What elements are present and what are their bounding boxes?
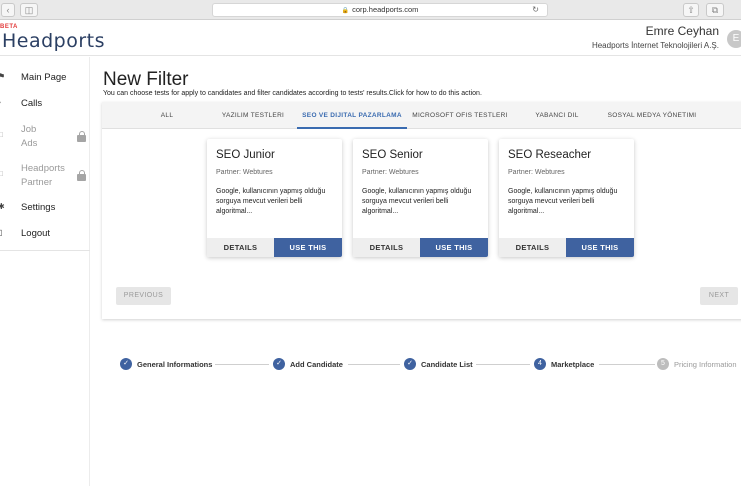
details-button[interactable]: DETAILS [353, 238, 420, 257]
step-connector [348, 364, 400, 365]
next-button[interactable]: NEXT [700, 287, 738, 305]
step-number: 4 [534, 358, 546, 370]
step-connector [599, 364, 655, 365]
home-icon: ⚑ [0, 72, 6, 81]
check-icon [273, 358, 285, 370]
check-icon [120, 358, 132, 370]
sidebar-item-label: Job Ads [21, 124, 38, 149]
test-panel: ALL YAZILIM TESTLERI SEO VE DIJITAL PAZA… [102, 102, 741, 319]
step-connector [476, 364, 530, 365]
tab-yabanci-dil[interactable]: YABANCI DIL [524, 102, 590, 129]
test-card: SEO Senior Partner: Webtures Google, kul… [353, 139, 488, 257]
tab-all[interactable]: ALL [142, 102, 192, 129]
logout-icon: ▯ [0, 228, 3, 237]
check-icon [404, 358, 416, 370]
tab-sosyal-medya-yonetimi[interactable]: SOSYAL MEDYA YÖNETIMI [597, 102, 707, 129]
address-bar[interactable]: 🔒 corp.headports.com ↻ [212, 3, 548, 17]
step-label: Pricing Information [674, 360, 737, 369]
card-partner: Partner: Webtures [216, 169, 273, 176]
card-partner: Partner: Webtures [508, 169, 565, 176]
sidebar-item-job-ads[interactable]: □ Job Ads [0, 123, 90, 151]
sidebar-item-label: Main Page [21, 72, 67, 83]
test-card: SEO Reseacher Partner: Webtures Google, … [499, 139, 634, 257]
card-title: SEO Reseacher [508, 149, 592, 161]
sidebar-item-label: Settings [21, 202, 56, 213]
card-partner: Partner: Webtures [362, 169, 419, 176]
step-label: Add Candidate [290, 360, 343, 369]
sidebar-item-label: Logout [21, 228, 51, 239]
lock-icon [77, 131, 86, 142]
sidebar-item-label: Calls [21, 98, 43, 109]
progress-stepper: General Informations Add Candidate Candi… [91, 352, 741, 376]
user-name[interactable]: Emre Ceyhan [646, 24, 719, 38]
app-header: BETA Headports Emre Ceyhan Headports İnt… [0, 20, 741, 56]
browser-toolbar: ‹ ◫ 🔒 corp.headports.com ↻ ⇧ ⧉ [0, 0, 741, 20]
padlock-icon: 🔒 [341, 8, 350, 14]
card-description: Google, kullanıcının yapmış olduğu sorgu… [508, 188, 618, 215]
tab-yazilim-testleri[interactable]: YAZILIM TESTLERI [214, 102, 292, 129]
sidebar-toggle-icon[interactable]: ◫ [20, 3, 38, 17]
step-label: Marketplace [551, 360, 595, 369]
card-description: Google, kullanıcının yapmış olduğu sorgu… [216, 188, 326, 215]
step-number: 5 [657, 358, 669, 370]
settings-icon: ✱ [0, 202, 5, 211]
page-description[interactable]: You can choose tests for apply to candid… [103, 90, 482, 97]
test-card: SEO Junior Partner: Webtures Google, kul… [207, 139, 342, 257]
step-label: General Informations [137, 360, 213, 369]
sidebar-item-headports-partner[interactable]: □ Headports Partner [0, 162, 90, 190]
calls-icon: • [0, 98, 1, 107]
card-title: SEO Junior [216, 149, 275, 161]
reload-icon[interactable]: ↻ [532, 4, 539, 16]
back-icon[interactable]: ‹ [1, 3, 15, 17]
previous-button[interactable]: PREVIOUS [116, 287, 171, 305]
headports-logo[interactable]: BETA Headports [0, 22, 105, 54]
card-description: Google, kullanıcının yapmış olduğu sorgu… [362, 188, 472, 215]
card-title: SEO Senior [362, 149, 423, 161]
category-tabs: ALL YAZILIM TESTLERI SEO VE DIJITAL PAZA… [102, 102, 741, 129]
share-icon[interactable]: ⇧ [683, 3, 699, 17]
sidebar: ⚑ Main Page • Calls □ Job Ads □ Headport… [0, 57, 90, 486]
step-connector [215, 364, 269, 365]
tabs-overview-icon[interactable]: ⧉ [706, 3, 724, 17]
details-button[interactable]: DETAILS [499, 238, 566, 257]
tab-microsoft-ofis-testleri[interactable]: MICROSOFT OFIS TESTLERI [410, 102, 510, 129]
job-ads-icon: □ [0, 130, 3, 139]
lock-icon [77, 170, 86, 181]
logo-text: Headports [2, 30, 106, 52]
use-this-button[interactable]: USE THIS [274, 238, 342, 257]
user-company: Headports İnternet Teknolojileri A.Ş. [591, 41, 719, 50]
details-button[interactable]: DETAILS [207, 238, 274, 257]
tab-seo-ve-dijital-pazarlama[interactable]: SEO VE DIJITAL PAZARLAMA [297, 102, 407, 129]
sidebar-menu: ⚑ Main Page • Calls □ Job Ads □ Headport… [0, 57, 90, 251]
step-label: Candidate List [421, 360, 473, 369]
address-text: corp.headports.com [352, 5, 419, 14]
use-this-button[interactable]: USE THIS [420, 238, 488, 257]
main-content: New Filter You can choose tests for appl… [91, 57, 741, 486]
avatar[interactable]: E [727, 30, 741, 48]
use-this-button[interactable]: USE THIS [566, 238, 634, 257]
page-title: New Filter [103, 69, 189, 90]
partner-icon: □ [0, 169, 3, 178]
sidebar-item-label: Headports Partner [21, 163, 65, 188]
